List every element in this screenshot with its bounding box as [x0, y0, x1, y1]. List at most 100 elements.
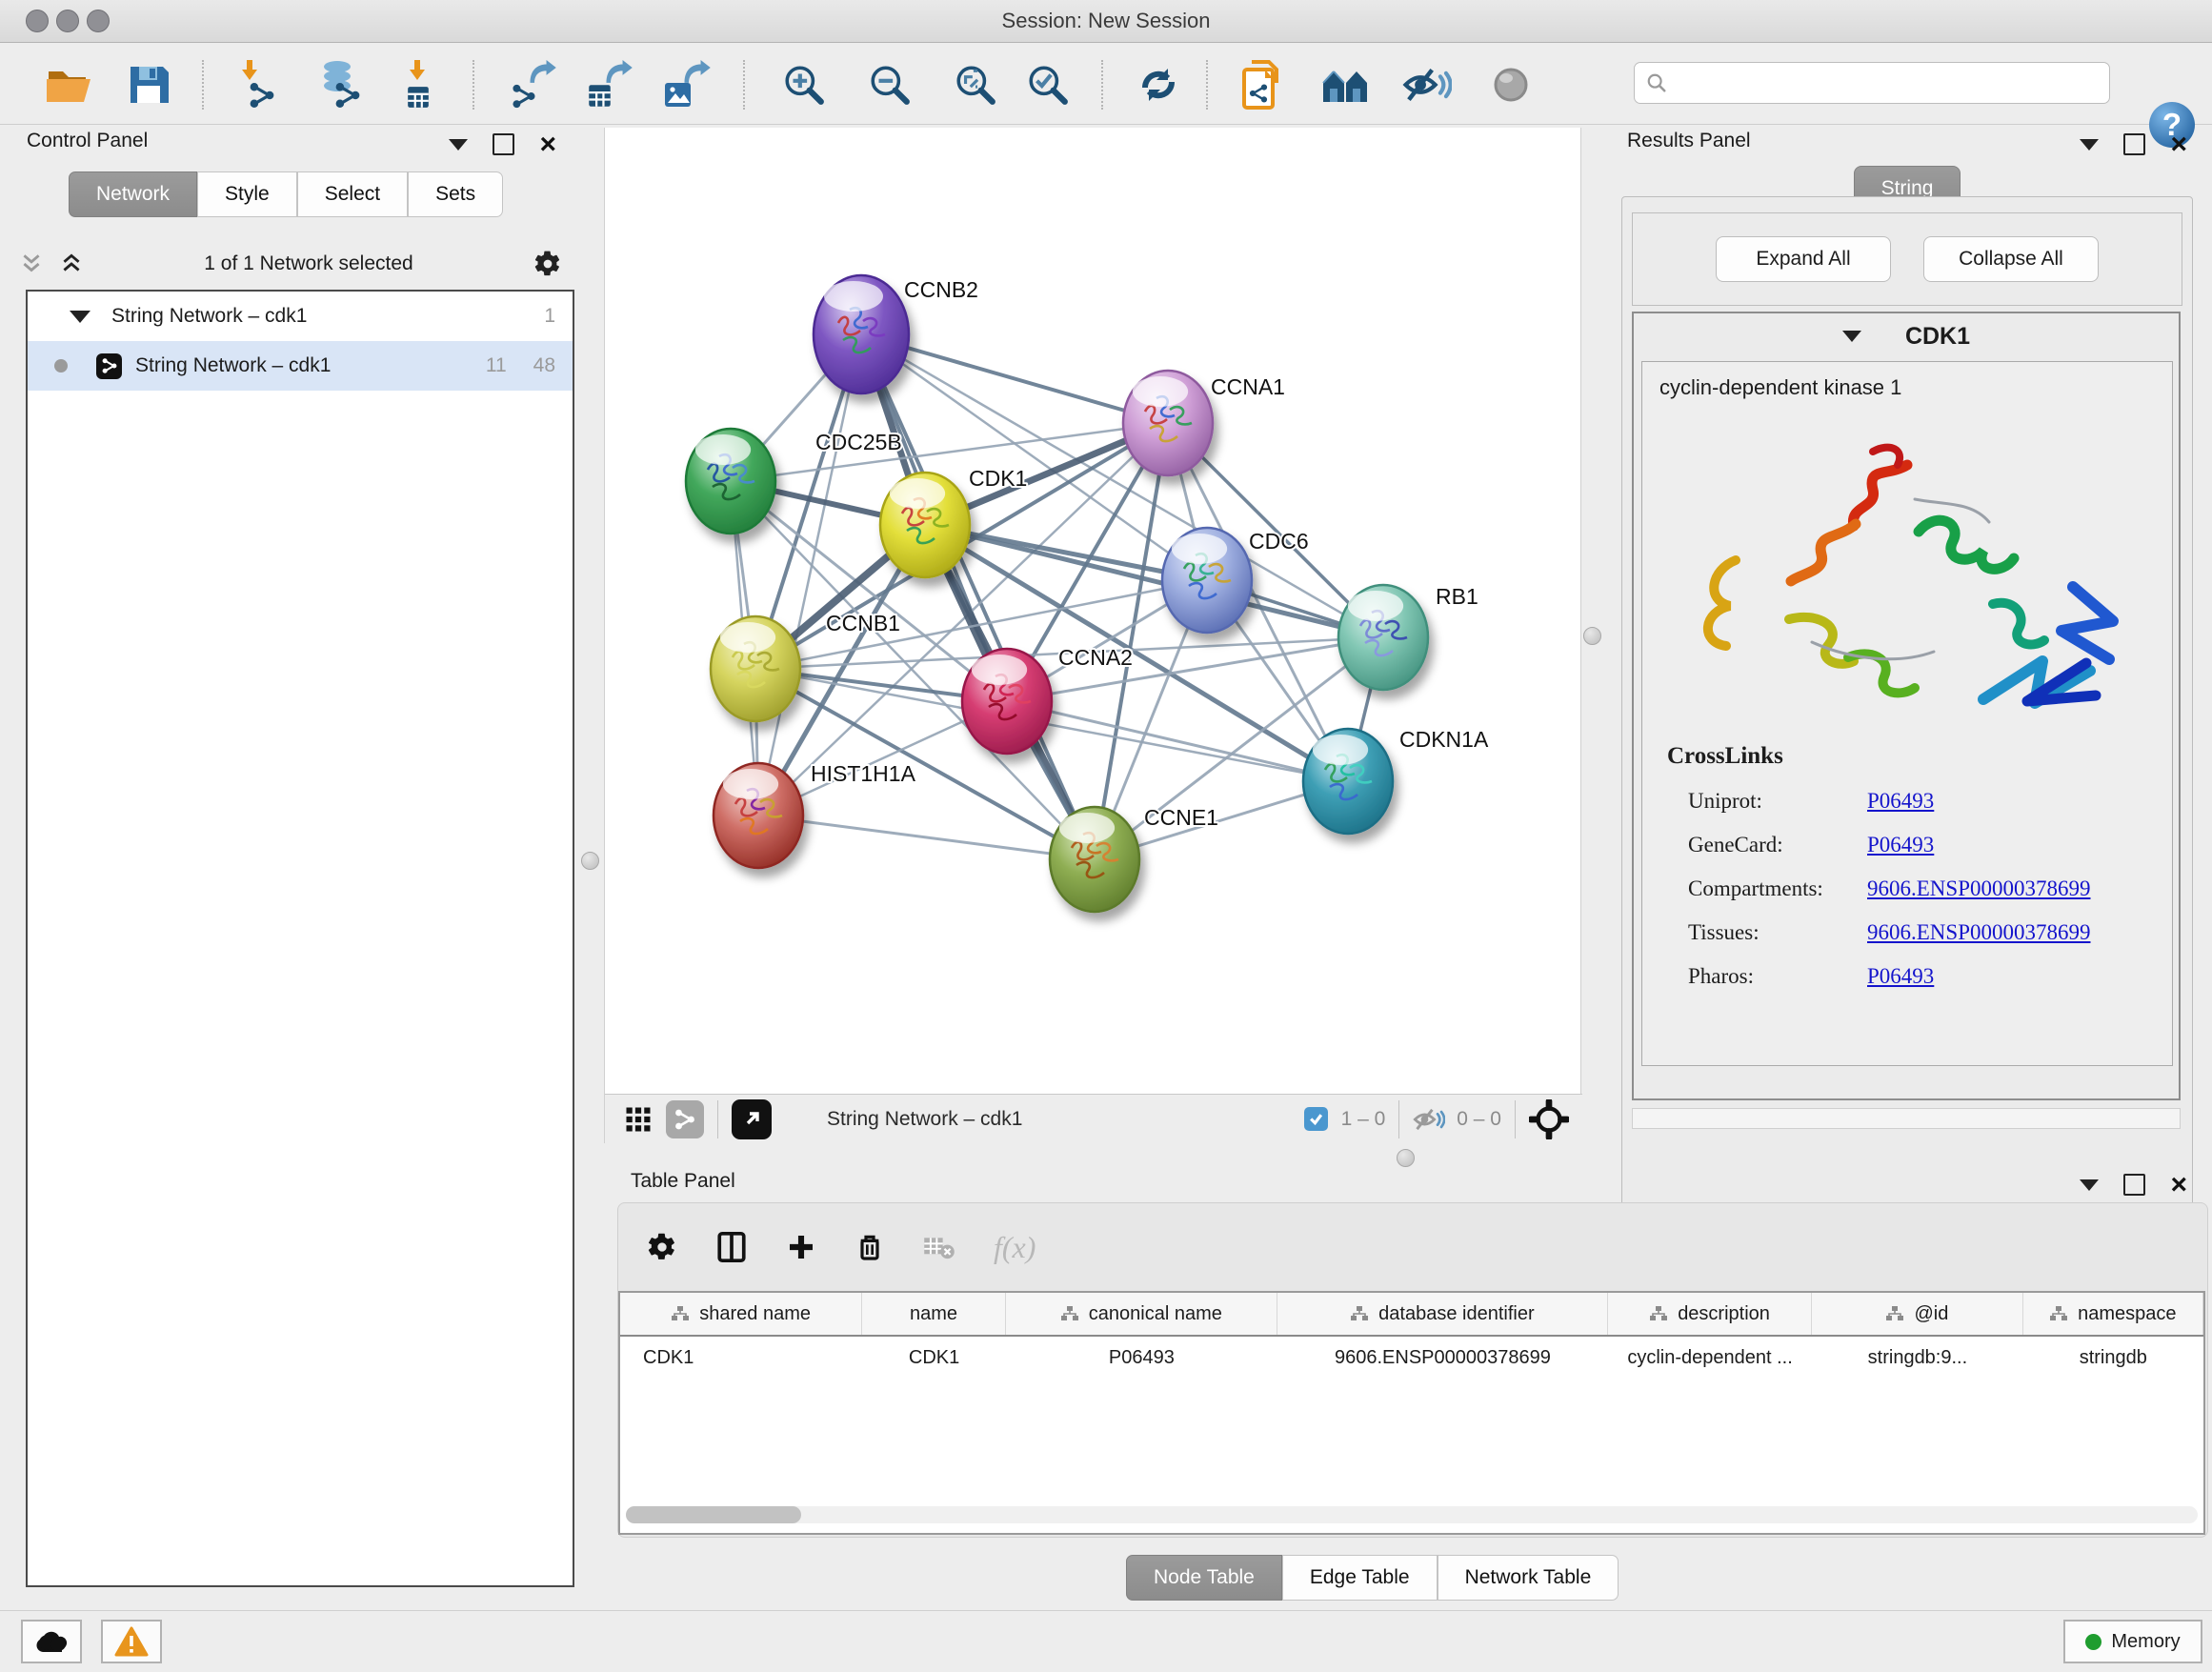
section-collapse-icon[interactable]: [1842, 331, 1861, 342]
import-table-from-file-button[interactable]: [391, 56, 444, 113]
tab-style[interactable]: Style: [197, 171, 297, 217]
clone-network-button[interactable]: [1237, 56, 1290, 113]
network-collection-row[interactable]: String Network – cdk1 1: [28, 292, 573, 341]
table-cell[interactable]: CDK1: [620, 1347, 862, 1369]
tab-network-table[interactable]: Network Table: [1438, 1555, 1619, 1601]
table-cell[interactable]: stringdb:9...: [1812, 1347, 2022, 1369]
tab-sets[interactable]: Sets: [408, 171, 503, 217]
export-network-button[interactable]: [507, 56, 560, 113]
column-header-database-identifier[interactable]: database identifier: [1277, 1293, 1608, 1335]
network-edge[interactable]: [758, 816, 1095, 859]
zoom-out-button[interactable]: [863, 56, 916, 113]
network-edge[interactable]: [1007, 701, 1348, 781]
open-session-button[interactable]: [42, 56, 95, 113]
panel-menu-icon[interactable]: [2080, 139, 2099, 151]
column-header-shared-name[interactable]: shared name: [620, 1293, 862, 1335]
panel-float-icon[interactable]: [2123, 133, 2145, 155]
column-header-description[interactable]: description: [1608, 1293, 1812, 1335]
tab-edge-table[interactable]: Edge Table: [1282, 1555, 1438, 1601]
zoom-fit-button[interactable]: [949, 56, 1002, 113]
birds-eye-crosshair-icon[interactable]: [1529, 1099, 1569, 1139]
network-canvas[interactable]: CCNB2CCNA1CDC25BCDK1CDC6RB1CCNB1CCNA2CDK…: [604, 128, 1581, 1143]
network-node-CCNE1[interactable]: [1050, 807, 1139, 912]
column-header-@id[interactable]: @id: [1812, 1293, 2022, 1335]
gene-section-header[interactable]: CDK1: [1634, 313, 2179, 359]
import-network-from-database-button[interactable]: [314, 56, 368, 113]
table-horizontal-scrollbar[interactable]: [626, 1506, 2198, 1523]
delete-column-trash-icon[interactable]: [855, 1232, 885, 1262]
crosslink-link[interactable]: P06493: [1867, 789, 1934, 814]
network-node-CDKN1A[interactable]: [1303, 729, 1393, 834]
crosslink-link[interactable]: P06493: [1867, 833, 1934, 857]
panel-menu-icon[interactable]: [2080, 1179, 2099, 1191]
tab-network[interactable]: Network: [69, 171, 197, 217]
hide-edges-button[interactable]: [1400, 56, 1454, 113]
show-graphics-details-button[interactable]: [1318, 56, 1372, 113]
network-node-CDC6[interactable]: [1162, 528, 1252, 633]
crosslink-link[interactable]: 9606.ENSP00000378699: [1867, 876, 2091, 901]
add-column-icon[interactable]: [786, 1232, 816, 1262]
zoom-selected-button[interactable]: [1021, 56, 1075, 113]
refresh-view-button[interactable]: [1132, 56, 1185, 113]
network-options-gear-icon[interactable]: [533, 250, 562, 278]
table-cell[interactable]: stringdb: [2023, 1347, 2203, 1369]
panel-close-icon[interactable]: ×: [2170, 135, 2187, 154]
crosslink-link[interactable]: P06493: [1867, 964, 1934, 989]
column-header-canonical-name[interactable]: canonical name: [1006, 1293, 1277, 1335]
open-in-new-window-icon[interactable]: [732, 1099, 772, 1139]
expand-all-button[interactable]: Expand All: [1716, 236, 1891, 282]
collapse-all-button[interactable]: Collapse All: [1923, 236, 2099, 282]
results-horizontal-scrollbar[interactable]: [1632, 1108, 2181, 1129]
import-network-from-file-button[interactable]: [232, 56, 286, 113]
network-edge[interactable]: [758, 334, 861, 816]
panel-float-icon[interactable]: [2123, 1174, 2145, 1196]
tree-expand-icon[interactable]: [70, 311, 90, 323]
network-node-CCNB1[interactable]: [711, 616, 800, 721]
export-table-button[interactable]: [581, 56, 634, 113]
grid-view-icon[interactable]: [624, 1105, 653, 1134]
tab-select[interactable]: Select: [297, 171, 408, 217]
panel-close-icon[interactable]: ×: [539, 135, 556, 154]
network-edge[interactable]: [758, 423, 1168, 816]
scrollbar-thumb[interactable]: [626, 1506, 801, 1523]
export-image-button[interactable]: [659, 56, 713, 113]
panel-float-icon[interactable]: [493, 133, 514, 155]
table-cell[interactable]: cyclin-dependent ...: [1608, 1347, 1812, 1369]
network-node-CCNA1[interactable]: [1123, 371, 1213, 475]
network-row-selected[interactable]: String Network – cdk1 11 48: [28, 341, 573, 391]
table-cell[interactable]: 9606.ENSP00000378699: [1277, 1347, 1608, 1369]
collapse-all-icon[interactable]: [19, 252, 44, 276]
column-header-name[interactable]: name: [862, 1293, 1006, 1335]
network-node-CCNA2[interactable]: [962, 649, 1052, 754]
network-share-view-icon[interactable]: [666, 1100, 704, 1138]
table-cell[interactable]: CDK1: [862, 1347, 1006, 1369]
column-header-namespace[interactable]: namespace: [2023, 1293, 2203, 1335]
warnings-button[interactable]: [101, 1620, 162, 1663]
network-node-CCNB2[interactable]: [814, 275, 909, 393]
table-cell[interactable]: P06493: [1006, 1347, 1277, 1369]
network-node-CDC25B[interactable]: [686, 429, 775, 534]
panel-menu-icon[interactable]: [449, 139, 468, 151]
crosslink-link[interactable]: 9606.ENSP00000378699: [1867, 920, 2091, 945]
save-session-button[interactable]: [122, 56, 175, 113]
hidden-eye-icon[interactable]: [1413, 1106, 1445, 1133]
cloud-status-button[interactable]: [21, 1620, 82, 1663]
memory-button[interactable]: Memory: [2063, 1620, 2202, 1663]
show-columns-icon[interactable]: [715, 1231, 748, 1263]
search-box[interactable]: [1634, 62, 2110, 104]
tab-node-table[interactable]: Node Table: [1126, 1555, 1282, 1601]
search-input[interactable]: [1675, 71, 2109, 95]
table-options-gear-icon[interactable]: [647, 1232, 677, 1262]
selected-nodes-checkbox[interactable]: [1304, 1107, 1328, 1131]
network-node-HIST1H1A[interactable]: [714, 763, 803, 868]
panel-close-icon[interactable]: ×: [2170, 1176, 2187, 1195]
network-graph[interactable]: CCNB2CCNA1CDC25BCDK1CDC6RB1CCNB1CCNA2CDK…: [605, 128, 1580, 1094]
overview-eye-button[interactable]: [1484, 56, 1538, 113]
left-splitter-handle[interactable]: [581, 852, 599, 870]
bottom-splitter-handle[interactable]: [1397, 1149, 1415, 1167]
expand-all-icon[interactable]: [59, 252, 84, 276]
table-row[interactable]: CDK1CDK1P064939606.ENSP00000378699cyclin…: [620, 1337, 2203, 1379]
right-splitter-handle[interactable]: [1583, 627, 1601, 645]
zoom-in-button[interactable]: [777, 56, 831, 113]
network-node-RB1[interactable]: [1338, 585, 1428, 690]
